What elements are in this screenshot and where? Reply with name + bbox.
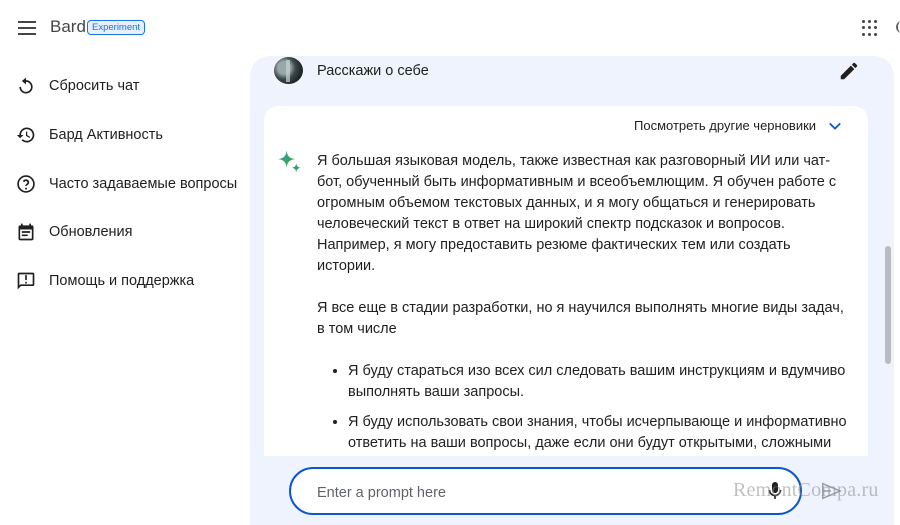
menu-icon-bar: [18, 21, 36, 23]
reset-icon: [15, 75, 37, 97]
menu-icon-bar: [18, 27, 36, 29]
response-paragraph: Я все еще в стадии разработки, но я науч…: [317, 300, 844, 337]
experiment-badge: Experiment: [87, 20, 146, 35]
response-paragraph: Я большая языковая модель, также известн…: [317, 153, 837, 274]
apps-grid-icon[interactable]: [862, 20, 878, 36]
main-menu-button[interactable]: [14, 16, 40, 40]
app-brand[interactable]: Bard: [50, 17, 86, 37]
sidebar-item-activity[interactable]: Бард Активность: [0, 116, 250, 154]
sidebar-item-label: Помощь и поддержка: [49, 273, 195, 289]
calendar-icon: [15, 221, 37, 243]
sidebar-item-faq[interactable]: Часто задаваемые вопросы: [0, 165, 250, 203]
sidebar-item-reset-chat[interactable]: Сбросить чат: [0, 67, 250, 105]
sidebar-item-help-support[interactable]: Помощь и поддержка: [0, 262, 250, 300]
prompt-input[interactable]: [315, 482, 699, 504]
help-circle-icon: [15, 173, 37, 195]
edit-prompt-button[interactable]: [838, 60, 860, 82]
user-prompt-text: Расскажи о себе: [317, 63, 429, 79]
sidebar-item-label: Сбросить чат: [49, 78, 140, 94]
account-avatar-edge[interactable]: [896, 21, 900, 33]
bard-sparkle-icon: [276, 148, 303, 176]
response-text: Я большая языковая модель, также известн…: [317, 151, 847, 463]
sidebar-item-label: Часто задаваемые вопросы: [49, 176, 238, 192]
scrollbar-thumb[interactable]: [885, 246, 891, 364]
chevron-down-icon[interactable]: [826, 117, 844, 135]
user-avatar: [274, 57, 303, 84]
site-watermark: RemontCompa.ru: [733, 479, 879, 501]
response-list-item: Я буду стараться изо всех сил следовать …: [348, 361, 847, 403]
response-list-item: Я буду использовать свои знания, чтобы и…: [348, 412, 847, 454]
history-icon: [15, 124, 37, 146]
pencil-icon: [840, 62, 858, 80]
menu-icon-bar: [18, 33, 36, 35]
sidebar-item-label: Бард Активность: [49, 127, 163, 143]
sidebar-item-updates[interactable]: Обновления: [0, 213, 250, 251]
response-list: Я буду стараться изо всех сил следовать …: [317, 361, 847, 454]
view-drafts-button[interactable]: Посмотреть другие черновики: [634, 118, 816, 133]
sidebar-item-label: Обновления: [49, 224, 133, 240]
feedback-icon: [15, 270, 37, 292]
